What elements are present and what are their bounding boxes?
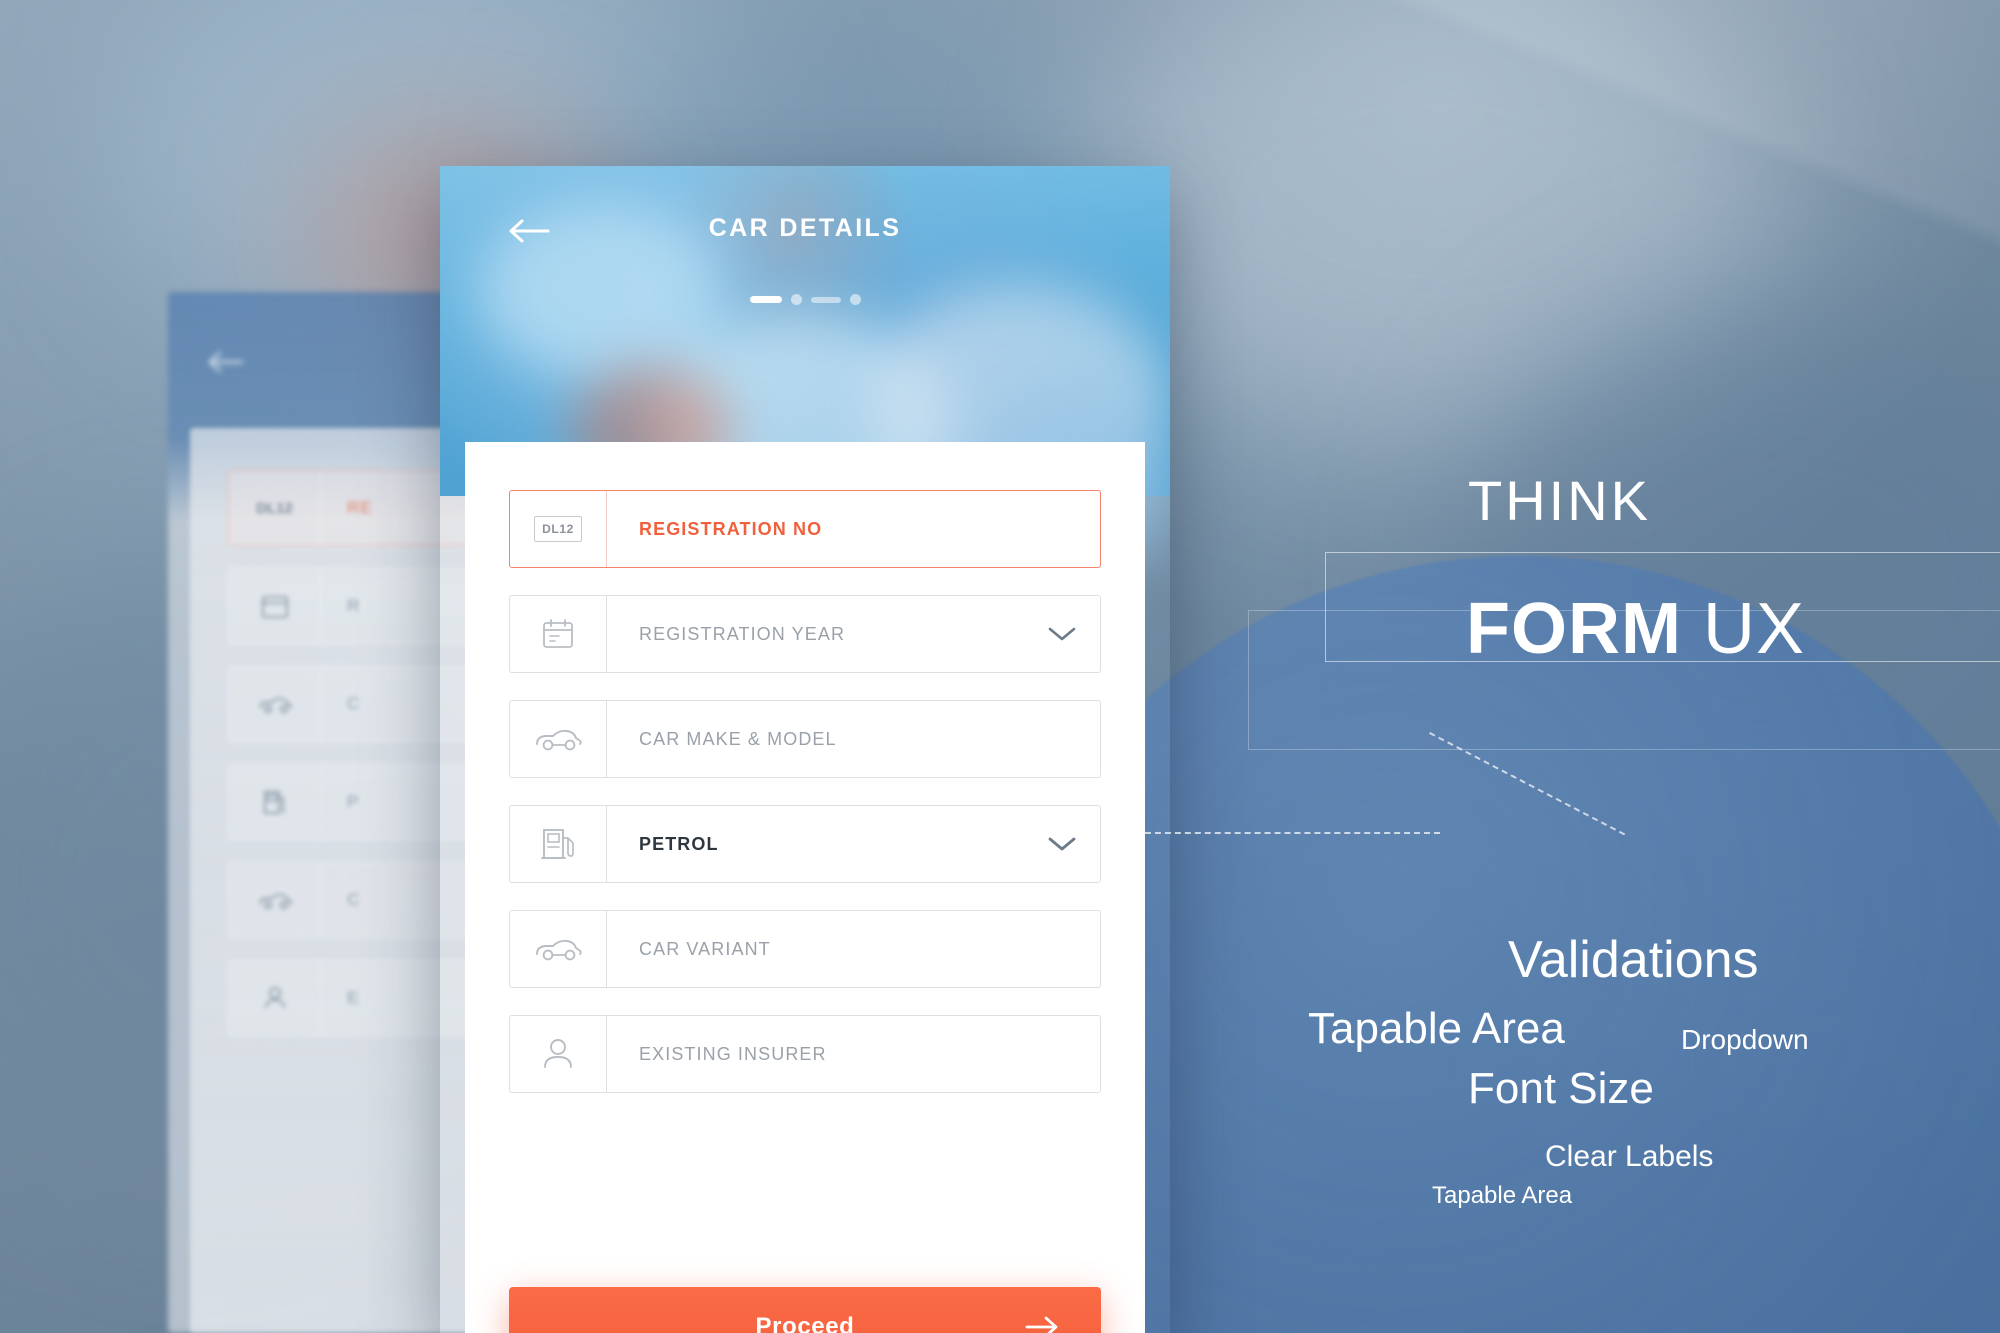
ux-word: UX [1702, 589, 1806, 669]
field-label-car-make-model: CAR MAKE & MODEL [639, 728, 837, 749]
arrow-right-icon [1025, 1316, 1058, 1333]
field-label-existing-insurer: EXISTING INSURER [639, 1043, 827, 1064]
calendar-icon [229, 569, 321, 643]
proceed-button-label: Proceed [755, 1313, 855, 1333]
annotation-tapable-area-large: Tapable Area [1308, 1004, 1565, 1053]
car-icon [229, 667, 321, 741]
step-indicator [440, 294, 1170, 305]
callout-dashed-line [1135, 832, 1440, 834]
fuel-pump-icon [510, 806, 607, 882]
person-icon [510, 1016, 607, 1092]
plate-dl12-text: DL12 [534, 516, 582, 542]
step-indicator-dot [849, 294, 861, 305]
background-blur-shape [1080, 0, 1780, 440]
car-details-form: DL12 REGISTRATION NO REGISTRATION YEAR C… [465, 442, 1145, 1333]
field-registration-year[interactable]: REGISTRATION YEAR [509, 595, 1101, 673]
annotation-tapable-area-small: Tapable Area [1432, 1182, 1573, 1209]
step-indicator-dot [790, 294, 802, 305]
page-title: CAR DETAILS [708, 214, 902, 242]
fuel-pump-icon [229, 765, 321, 839]
plate-dl12-icon: DL12 [510, 491, 607, 567]
field-car-make-model[interactable]: CAR MAKE & MODEL [509, 700, 1101, 778]
field-label-fuel-type: PETROL [639, 833, 719, 854]
annotation-clear-labels: Clear Labels [1545, 1140, 1714, 1173]
step-indicator-line [810, 296, 841, 303]
field-car-variant[interactable]: CAR VARIANT [509, 910, 1101, 988]
field-label-car-variant: CAR VARIANT [639, 938, 771, 959]
calendar-icon [510, 596, 607, 672]
arrow-left-icon [208, 351, 244, 373]
think-heading: THINK [1468, 469, 1651, 532]
annotation-dropdown: Dropdown [1681, 1024, 1809, 1055]
form-word: FORM [1466, 589, 1682, 669]
field-registration-no[interactable]: DL12 REGISTRATION NO [509, 490, 1101, 568]
field-label-registration-no: REGISTRATION NO [639, 518, 823, 539]
car-icon [510, 911, 607, 987]
chevron-down-icon[interactable] [1024, 806, 1100, 882]
screenshot-stage: DL12 RE R C P C E CAR DETAILS DL12 REGIS… [0, 0, 2000, 1333]
chevron-down-icon[interactable] [1024, 596, 1100, 672]
proceed-button[interactable]: Proceed [509, 1287, 1101, 1333]
field-label-registration-year: REGISTRATION YEAR [639, 623, 846, 644]
form-ux-heading: FORM UX [1466, 588, 1805, 670]
field-existing-insurer[interactable]: EXISTING INSURER [509, 1015, 1101, 1093]
car-details-screen: CAR DETAILS DL12 REGISTRATION NO REGISTR… [440, 166, 1170, 1333]
field-fuel-type[interactable]: PETROL [509, 805, 1101, 883]
car-icon [229, 863, 321, 937]
car-icon [510, 701, 607, 777]
annotation-font-size: Font Size [1468, 1064, 1654, 1113]
annotation-validations: Validations [1508, 931, 1759, 989]
step-indicator-active [749, 296, 782, 303]
plate-dl12-icon: DL12 [229, 471, 321, 545]
person-icon [229, 961, 321, 1035]
